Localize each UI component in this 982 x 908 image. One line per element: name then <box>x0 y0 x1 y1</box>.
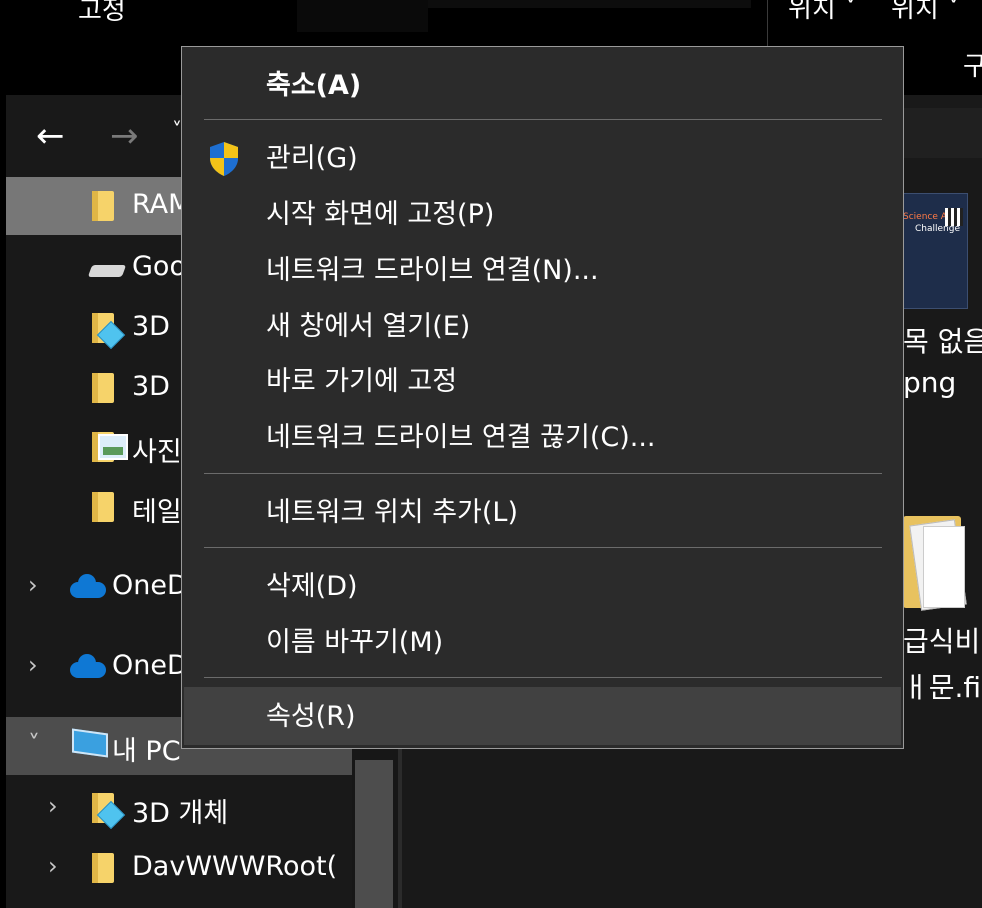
chevron-down-icon[interactable]: ˅ <box>28 730 40 758</box>
menu-item-disconnect-network-drive[interactable]: 네트워크 드라이브 연결 끊기(C)... <box>266 421 656 455</box>
menu-separator <box>204 119 882 120</box>
ribbon-group-label: 구 <box>963 52 982 82</box>
ribbon-pin-label[interactable]: 고정 <box>78 0 126 27</box>
image-thumbnail[interactable]: Science App Challenge <box>900 193 968 309</box>
back-arrow-icon[interactable]: ← <box>36 116 65 156</box>
menu-item-collapse[interactable]: 축소(A) <box>266 69 361 103</box>
menu-separator <box>204 677 882 678</box>
chevron-right-icon[interactable]: › <box>28 571 38 599</box>
nav-scrollbar-thumb[interactable] <box>355 760 393 908</box>
nav-item-label: 사진 <box>132 437 182 468</box>
file-name[interactable]: ㅐ문.file <box>903 666 982 706</box>
menu-item-manage[interactable]: 관리(G) <box>266 142 358 176</box>
menu-item-pin-to-start[interactable]: 시작 화면에 고정(P) <box>266 198 494 232</box>
file-name[interactable]: png <box>903 366 956 399</box>
nav-item-label: Goo <box>132 251 186 282</box>
pictures-icon <box>98 434 128 460</box>
chevron-right-icon[interactable]: › <box>48 792 58 820</box>
menu-item-add-network-location[interactable]: 네트워크 위치 추가(L) <box>266 496 518 530</box>
pc-icon <box>72 728 108 758</box>
folder-icon <box>92 492 114 522</box>
menu-item-rename[interactable]: 이름 바꾸기(M) <box>266 626 443 660</box>
onedrive-icon <box>70 654 106 678</box>
folder-icon <box>92 191 114 221</box>
nav-item-label: 3D <box>132 311 170 342</box>
chevron-right-icon[interactable]: › <box>28 651 38 679</box>
nav-item-davwwwroot[interactable]: › DavWWWRoot( <box>6 839 352 897</box>
ribbon-location-dropdown[interactable]: 위치 ˅ <box>891 0 960 25</box>
file-name[interactable]: 급식비 <box>903 620 980 660</box>
folder-icon <box>92 373 114 403</box>
nav-item-label: OneD <box>112 650 188 681</box>
menu-separator <box>204 473 882 474</box>
documents-folder-icon[interactable] <box>903 510 967 611</box>
ribbon-block <box>297 0 428 32</box>
nav-item-label: OneD <box>112 570 188 601</box>
uac-shield-icon <box>210 142 238 176</box>
nav-item-label: 테일 <box>132 497 182 528</box>
menu-item-delete[interactable]: 삭제(D) <box>266 570 358 604</box>
drive-icon <box>87 265 127 277</box>
menu-item-open-new-window[interactable]: 새 창에서 열기(E) <box>266 310 470 344</box>
context-menu: 축소(A) 관리(G) 시작 화면에 고정(P) 네트워크 드라이브 연결(N)… <box>181 46 904 749</box>
menu-item-pin-quick-access[interactable]: 바로 가기에 고정 <box>266 365 457 399</box>
file-name[interactable]: 목 없음 <box>903 320 982 360</box>
folder-icon <box>92 853 114 883</box>
nav-item-label: 3D <box>132 371 170 402</box>
onedrive-icon <box>70 574 106 598</box>
forward-arrow-icon[interactable]: → <box>110 116 139 156</box>
nav-item-label: 3D 개체 <box>132 798 229 829</box>
chevron-right-icon[interactable]: › <box>48 852 58 880</box>
nav-item-3d-objects[interactable]: › 3D 개체 <box>6 779 352 837</box>
nav-item-label: DavWWWRoot( <box>132 851 338 882</box>
ribbon-location-dropdown[interactable]: 위치 ˅ <box>788 0 857 25</box>
document-page <box>923 526 965 608</box>
qr-code-icon <box>945 208 963 226</box>
menu-separator <box>204 547 882 548</box>
menu-item-properties[interactable]: 속성(R) <box>266 700 356 734</box>
ribbon-block <box>428 0 751 8</box>
nav-item-label: 내 PC <box>112 736 181 767</box>
menu-item-map-network-drive[interactable]: 네트워크 드라이브 연결(N)... <box>266 254 599 288</box>
